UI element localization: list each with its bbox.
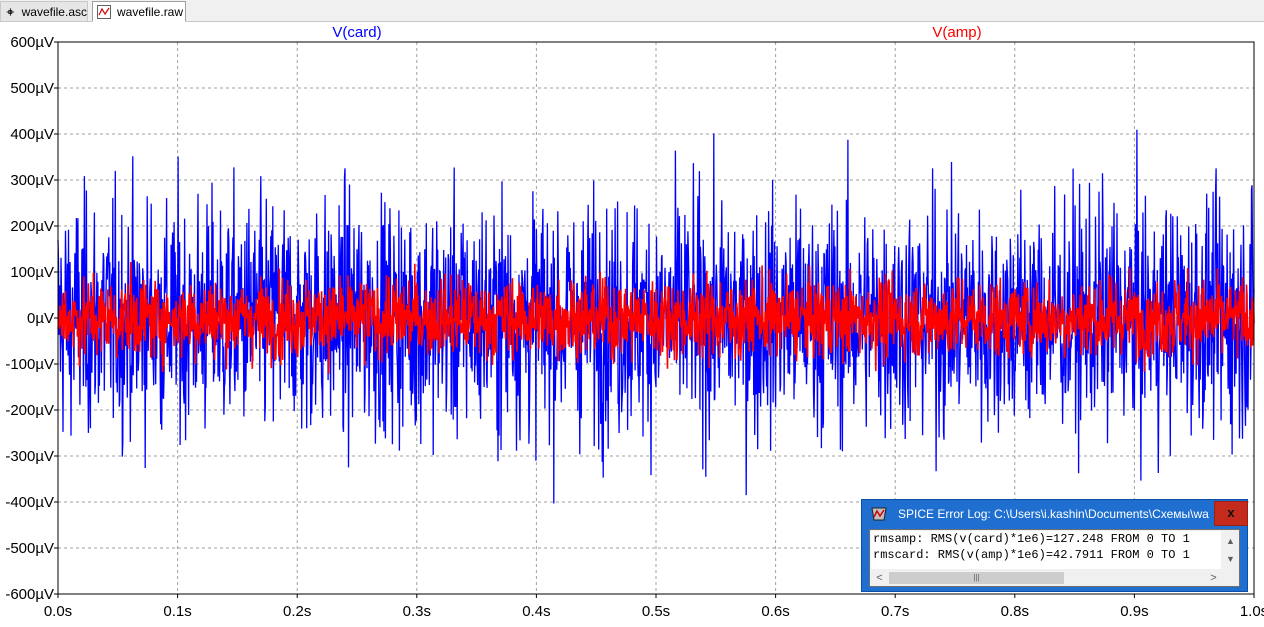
log-line: rmscard: RMS(v(amp)*1e6)=42.7911 FROM 0 … bbox=[873, 548, 1190, 562]
x-tick-label: 0.1s bbox=[163, 603, 191, 620]
tab-label: wavefile.raw bbox=[117, 4, 184, 19]
scroll-up-button[interactable]: ▲ bbox=[1222, 533, 1239, 550]
close-button[interactable]: x bbox=[1214, 501, 1248, 526]
y-tick-label: -100µV bbox=[5, 356, 54, 373]
y-tick-label: 200µV bbox=[10, 218, 54, 235]
error-log-body: rmsamp: RMS(v(card)*1e6)=127.248 FROM 0 … bbox=[869, 529, 1240, 587]
scroll-thumb[interactable]: ||| bbox=[889, 572, 1064, 584]
x-tick-label: 0.3s bbox=[403, 603, 431, 620]
y-tick-label: 100µV bbox=[10, 264, 54, 281]
log-line: rmsamp: RMS(v(card)*1e6)=127.248 FROM 0 … bbox=[873, 532, 1190, 546]
waveform-viewer: wavefile.asc wavefile.raw 0.0s 0.1s 0.2s 0.… bbox=[0, 0, 1264, 627]
y-tick-label: 600µV bbox=[10, 34, 54, 51]
x-tick-label: 0.8s bbox=[1001, 603, 1029, 620]
tab-bar: wavefile.asc wavefile.raw bbox=[0, 0, 1264, 22]
tab-wavefile-asc[interactable]: wavefile.asc bbox=[0, 1, 88, 21]
waveform-icon bbox=[97, 4, 111, 19]
trace-label-amp[interactable]: V(amp) bbox=[932, 24, 981, 41]
y-tick-label: -500µV bbox=[5, 540, 54, 557]
x-tick-label: 0.9s bbox=[1120, 603, 1148, 620]
y-tick-label: -200µV bbox=[5, 402, 54, 419]
x-tick-label: 0.4s bbox=[522, 603, 550, 620]
y-axis-ticks: 600µV 500µV 400µV 300µV 200µV 100µV 0µV -100µV -… bbox=[5, 34, 58, 603]
scroll-down-button[interactable]: ▼ bbox=[1222, 551, 1239, 568]
x-tick-label: 1.0s bbox=[1240, 603, 1264, 620]
x-tick-label: 0.0s bbox=[44, 603, 72, 620]
spice-error-log-window: SPICE Error Log: C:\Users\i.kashin\Docum… bbox=[861, 499, 1248, 592]
schematic-icon bbox=[6, 7, 15, 16]
error-log-text[interactable]: rmsamp: RMS(v(card)*1e6)=127.248 FROM 0 … bbox=[871, 531, 1221, 569]
x-tick-label: 0.6s bbox=[761, 603, 789, 620]
x-tick-label: 0.7s bbox=[881, 603, 909, 620]
y-tick-label: -600µV bbox=[5, 586, 54, 603]
plot-traces bbox=[57, 129, 1255, 504]
y-tick-label: 0µV bbox=[27, 310, 54, 327]
tab-label: wavefile.asc bbox=[21, 4, 87, 19]
horizontal-scrollbar[interactable]: < ||| > bbox=[871, 570, 1222, 586]
y-tick-label: -400µV bbox=[5, 494, 54, 511]
error-log-title: SPICE Error Log: C:\Users\i.kashin\Docum… bbox=[898, 507, 1210, 521]
ltspice-icon bbox=[871, 507, 887, 521]
x-tick-label: 0.2s bbox=[283, 603, 311, 620]
tab-wavefile-raw[interactable]: wavefile.raw bbox=[92, 1, 186, 22]
error-log-titlebar[interactable]: SPICE Error Log: C:\Users\i.kashin\Docum… bbox=[862, 500, 1248, 528]
y-tick-label: 400µV bbox=[10, 126, 54, 143]
x-axis-ticks: 0.0s 0.1s 0.2s 0.3s 0.4s 0.5s 0.6s 0.7s 0.8s 0.9s… bbox=[44, 594, 1264, 620]
vertical-scrollbar[interactable]: ▲ ▼ bbox=[1222, 531, 1239, 569]
y-tick-label: 300µV bbox=[10, 172, 54, 189]
close-icon: x bbox=[1227, 505, 1235, 520]
y-tick-label: 500µV bbox=[10, 80, 54, 97]
scroll-right-button[interactable]: > bbox=[1205, 570, 1222, 586]
x-tick-label: 0.5s bbox=[642, 603, 670, 620]
scroll-left-button[interactable]: < bbox=[871, 570, 888, 586]
trace-label-card[interactable]: V(card) bbox=[332, 24, 381, 41]
y-tick-label: -300µV bbox=[5, 448, 54, 465]
